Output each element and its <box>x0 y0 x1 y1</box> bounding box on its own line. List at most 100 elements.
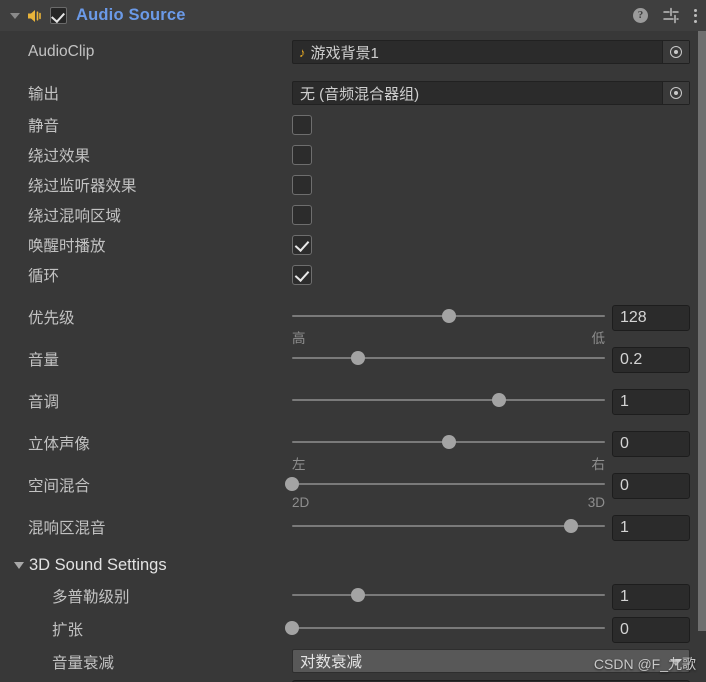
row-3d-slider-1: 扩张 0 <box>0 615 706 643</box>
slider-value-2: 1 <box>620 393 629 410</box>
slider-knob-4[interactable] <box>285 477 299 491</box>
slider-track-2[interactable] <box>292 392 605 408</box>
row-3d-slider-0: 多普勒级别 1 <box>0 582 706 610</box>
row-slider-1: 音量 0.2 <box>0 345 706 373</box>
slider-value-field-0[interactable]: 128 <box>612 305 690 331</box>
checkmark-icon <box>294 236 310 253</box>
slider-label-5: 混响区混音 <box>28 520 106 537</box>
output-object-field[interactable]: 无 (音频混合器组) <box>292 81 690 105</box>
slider-track-5[interactable] <box>292 518 605 534</box>
preset-icon[interactable] <box>662 7 680 25</box>
toggle-checkbox-5[interactable] <box>292 265 312 285</box>
row-toggle-3: 绕过混响区域 <box>0 202 706 228</box>
volume-rolloff-dropdown[interactable]: 对数衰减 <box>292 649 690 673</box>
component-foldout-toggle-icon[interactable] <box>10 12 20 19</box>
slider-label-2: 音调 <box>28 394 60 411</box>
scrollbar-thumb[interactable] <box>698 31 706 631</box>
spread-value-field[interactable]: 0 <box>612 617 690 643</box>
audio-clip-object-field[interactable]: ♪ 游戏背景1 <box>292 40 690 64</box>
audio-clip-value: 游戏背景1 <box>310 44 379 62</box>
output-value: 无 (音频混合器组) <box>300 85 420 103</box>
checkmark-icon <box>294 266 310 283</box>
slider-knob-5[interactable] <box>563 519 578 533</box>
slider-value-field-1[interactable]: 0.2 <box>612 347 690 373</box>
doppler-level-value: 1 <box>620 588 629 605</box>
slider-value-field-4[interactable]: 0 <box>612 473 690 499</box>
row-toggle-1: 绕过效果 <box>0 142 706 168</box>
toggle-checkbox-4[interactable] <box>292 235 312 255</box>
volume-rolloff-value: 对数衰减 <box>300 654 363 671</box>
output-picker-button[interactable] <box>662 82 689 104</box>
slider-value-field-2[interactable]: 1 <box>612 389 690 415</box>
audio-clip-label: AudioClip <box>28 43 95 60</box>
spread-slider[interactable] <box>285 620 605 636</box>
row-toggle-2: 绕过监听器效果 <box>0 172 706 198</box>
header-actions: ? <box>633 0 698 31</box>
slider-knob-1[interactable] <box>350 351 365 365</box>
row-toggle-0: 静音 <box>0 112 706 138</box>
slider-knob-3[interactable] <box>441 435 456 449</box>
slider-value-3: 0 <box>620 435 629 452</box>
slider-label-1: 音量 <box>28 352 60 369</box>
slider-value-0: 128 <box>620 309 647 326</box>
slider-knob-0[interactable] <box>441 309 456 323</box>
toggle-label-4: 唤醒时播放 <box>28 238 106 255</box>
slider-right-label-4: 3D <box>587 495 605 510</box>
chevron-down-icon <box>670 659 682 666</box>
spread-value: 0 <box>620 621 629 638</box>
component-title: Audio Source <box>76 6 186 24</box>
slider-value-5: 1 <box>620 519 629 536</box>
slider-left-label-0: 高 <box>292 331 306 346</box>
output-label: 输出 <box>28 86 60 103</box>
toggle-label-0: 静音 <box>28 118 60 135</box>
row-toggle-5: 循环 <box>0 262 706 288</box>
toggle-label-3: 绕过混响区域 <box>28 208 122 225</box>
section-foldout-icon[interactable] <box>14 561 24 569</box>
toggle-checkbox-1[interactable] <box>292 145 312 165</box>
row-slider-0: 优先级 高 低 128 <box>0 303 706 346</box>
section-3d-sound-settings[interactable]: 3D Sound Settings <box>0 552 167 578</box>
slider-right-label-3: 右 <box>591 457 606 472</box>
slider-label-3: 立体声像 <box>28 436 91 453</box>
slider-value-field-5[interactable]: 1 <box>612 515 690 541</box>
slider-label-4: 空间混合 <box>28 478 91 495</box>
toggle-checkbox-0[interactable] <box>292 115 312 135</box>
row-toggle-4: 唤醒时播放 <box>0 232 706 258</box>
component-enabled-checkbox[interactable] <box>50 7 67 24</box>
slider-right-label-0: 低 <box>591 331 606 346</box>
slider-left-label-3: 左 <box>292 457 306 472</box>
doppler-level-label: 多普勒级别 <box>52 589 130 606</box>
slider-left-label-4: 2D <box>292 495 310 510</box>
slider-track-1[interactable] <box>292 350 605 366</box>
component-header: Audio Source ? <box>0 0 706 32</box>
slider-track-3[interactable] <box>292 434 605 450</box>
slider-value-field-3[interactable]: 0 <box>612 431 690 457</box>
kebab-menu-icon[interactable] <box>694 8 698 24</box>
slider-track-4[interactable] <box>285 476 605 492</box>
slider-label-0: 优先级 <box>28 310 75 327</box>
vertical-scrollbar[interactable] <box>698 31 706 682</box>
row-slider-3: 立体声像 左 右 0 <box>0 429 706 472</box>
toggle-checkbox-2[interactable] <box>292 175 312 195</box>
row-slider-4: 空间混合 2D 3D 0 <box>0 471 706 510</box>
row-slider-2: 音调 1 <box>0 387 706 415</box>
section-title: 3D Sound Settings <box>29 555 167 574</box>
music-note-icon: ♪ <box>299 44 306 60</box>
inspector-body: AudioClip ♪ 游戏背景1 输出 无 (音频混合器组) 静音 绕过效果 <box>0 31 706 682</box>
checkmark-icon <box>51 8 65 24</box>
volume-rolloff-label: 音量衰减 <box>52 655 115 672</box>
toggle-label-2: 绕过监听器效果 <box>28 178 137 195</box>
doppler-level-slider[interactable] <box>292 587 605 603</box>
doppler-level-knob[interactable] <box>350 588 365 602</box>
toggle-label-5: 循环 <box>28 268 60 285</box>
speaker-icon <box>26 8 43 24</box>
audio-clip-picker-button[interactable] <box>662 41 689 63</box>
help-icon[interactable]: ? <box>633 8 648 23</box>
toggle-checkbox-3[interactable] <box>292 205 312 225</box>
spread-label: 扩张 <box>52 622 84 639</box>
doppler-level-value-field[interactable]: 1 <box>612 584 690 610</box>
slider-knob-2[interactable] <box>491 393 506 407</box>
audio-source-inspector: Audio Source ? AudioClip ♪ 游戏背景1 输出 无 (音… <box>0 0 706 682</box>
spread-knob[interactable] <box>285 621 299 635</box>
slider-track-0[interactable] <box>292 308 605 324</box>
